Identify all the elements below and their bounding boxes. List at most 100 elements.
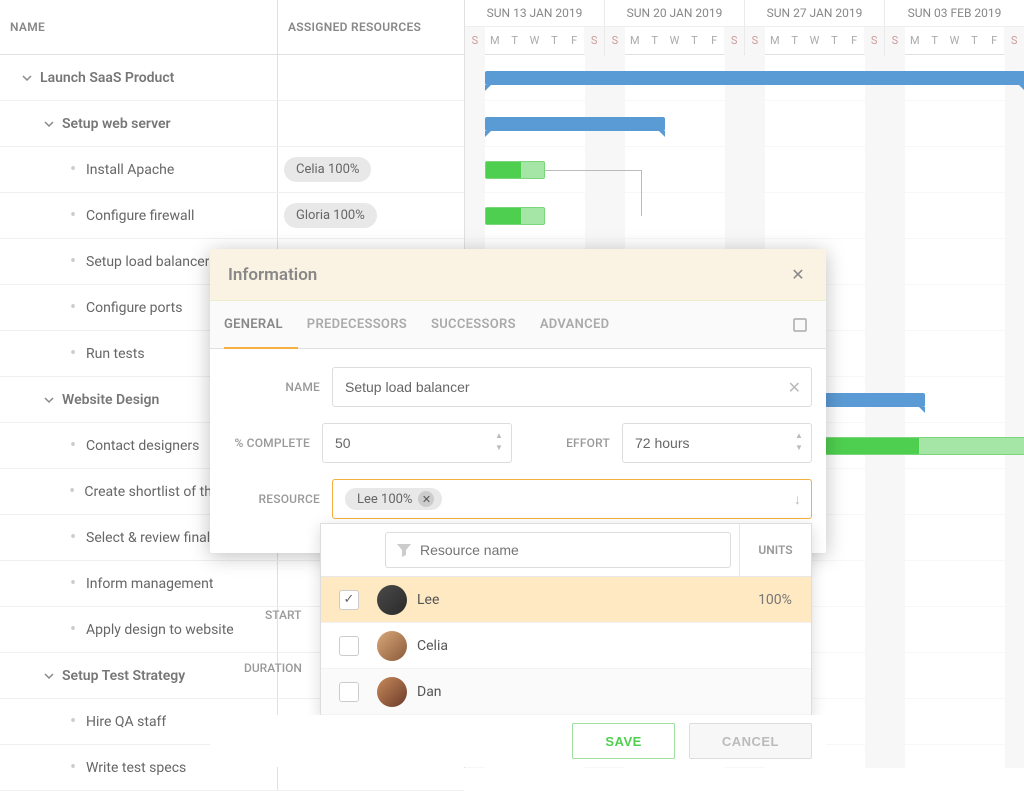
task-bar[interactable] [485,161,545,179]
chevron-down-icon[interactable] [40,667,58,685]
task-label: Contact designers [86,438,199,454]
spinner-up-icon[interactable]: ▲ [791,432,807,442]
day-header: W [525,27,545,55]
clear-icon[interactable]: ✕ [788,378,801,397]
column-header-resources[interactable]: ASSIGNED RESOURCES [278,0,464,54]
resource-input[interactable]: Lee 100% ✕ ↓ [332,479,812,519]
day-header: W [945,27,965,55]
resource-filter-input[interactable] [385,532,731,568]
effort-label: EFFORT [524,436,610,450]
bullet-icon: • [64,161,82,179]
name-input[interactable]: ✕ [332,367,812,407]
task-info-modal: Information ✕ GENERAL PREDECESSORS SUCCE… [210,249,826,553]
resource-label: RESOURCE [224,492,320,506]
resource-option[interactable]: Lee100% [321,577,811,623]
summary-bar[interactable] [485,71,1024,85]
close-icon[interactable]: ✕ [788,265,808,284]
resource-name: Celia [417,638,448,654]
bullet-icon: • [64,529,82,547]
resource-units: 100% [739,592,811,608]
tab-predecessors[interactable]: PREDECESSORS [307,317,407,332]
day-header: S [864,27,884,55]
day-header: F [704,27,724,55]
day-header: S [885,27,905,55]
day-header: T [925,27,945,55]
week-label: SUN 03 FEB 2019 [885,0,1024,27]
filter-icon [396,542,412,558]
bullet-icon: • [64,575,82,593]
day-header: T [684,27,704,55]
save-button[interactable]: SAVE [572,723,674,759]
resource-option[interactable]: Dan [321,669,811,715]
checkbox[interactable] [339,682,359,702]
tab-advanced[interactable]: ADVANCED [540,317,610,332]
popout-icon[interactable] [788,313,812,337]
day-header: T [645,27,665,55]
column-header-name[interactable]: NAME [0,0,278,54]
cancel-button[interactable]: CANCEL [689,723,812,759]
chip-label: Lee 100% [357,492,412,507]
complete-label: % COMPLETE [224,436,310,450]
day-header: T [964,27,984,55]
day-header: W [665,27,685,55]
complete-input[interactable]: ▲▼ [322,423,512,463]
tab-general[interactable]: GENERAL [224,317,283,332]
resource-option[interactable]: Celia [321,623,811,669]
day-header: M [905,27,925,55]
modal-title: Information [228,265,317,285]
day-header: S [1004,27,1024,55]
day-header: M [765,27,785,55]
bullet-icon: • [64,299,82,317]
complete-input-field[interactable] [335,435,499,451]
day-header: M [485,27,505,55]
chevron-down-icon[interactable] [40,115,58,133]
checkbox[interactable] [339,636,359,656]
task-label: Inform management [86,576,213,592]
effort-input-field[interactable] [635,435,799,451]
week-label: SUN 27 JAN 2019 [745,0,884,27]
task-row[interactable]: Launch SaaS Product [0,55,464,101]
task-label: Hire QA staff [86,714,166,730]
task-row[interactable]: •Configure firewallGloria 100% [0,193,464,239]
timeline-row [465,193,1024,239]
day-header: T [824,27,844,55]
checkbox[interactable] [339,590,359,610]
resource-chip: Gloria 100% [284,203,377,228]
day-header: T [544,27,564,55]
bullet-icon: • [64,207,82,225]
chevron-down-icon[interactable] [40,391,58,409]
spinner-up-icon[interactable]: ▲ [491,432,507,442]
task-label: Configure ports [86,300,182,316]
task-bar[interactable] [485,207,545,225]
day-header: S [745,27,765,55]
duration-label: DURATION [244,661,302,675]
spinner-down-icon[interactable]: ▼ [791,444,807,454]
tab-successors[interactable]: SUCCESSORS [431,317,516,332]
effort-input[interactable]: ▲▼ [622,423,812,463]
task-label: Setup load balancer [86,254,209,270]
task-label: Setup web server [62,116,171,132]
task-label: Run tests [86,346,145,362]
day-header: S [584,27,604,55]
day-header: S [724,27,744,55]
bullet-icon: • [64,713,82,731]
task-row[interactable]: Setup web server [0,101,464,147]
day-header: S [605,27,625,55]
day-header: W [805,27,825,55]
dropdown-arrow-icon[interactable]: ↓ [794,491,801,508]
bullet-icon: • [64,253,82,271]
week-label: SUN 20 JAN 2019 [605,0,744,27]
task-label: Setup Test Strategy [62,668,185,684]
bullet-icon: • [64,437,82,455]
day-header: F [564,27,584,55]
task-row[interactable]: •Install ApacheCelia 100% [0,147,464,193]
summary-bar[interactable] [485,117,665,131]
resource-filter-field[interactable] [420,542,720,558]
chip-remove-icon[interactable]: ✕ [418,491,434,507]
resource-dropdown: UNITS Lee100%CeliaDan [320,523,812,716]
task-label: Launch SaaS Product [40,70,174,86]
chevron-down-icon[interactable] [18,69,36,87]
spinner-down-icon[interactable]: ▼ [491,444,507,454]
day-header: T [785,27,805,55]
name-input-field[interactable] [345,379,799,395]
